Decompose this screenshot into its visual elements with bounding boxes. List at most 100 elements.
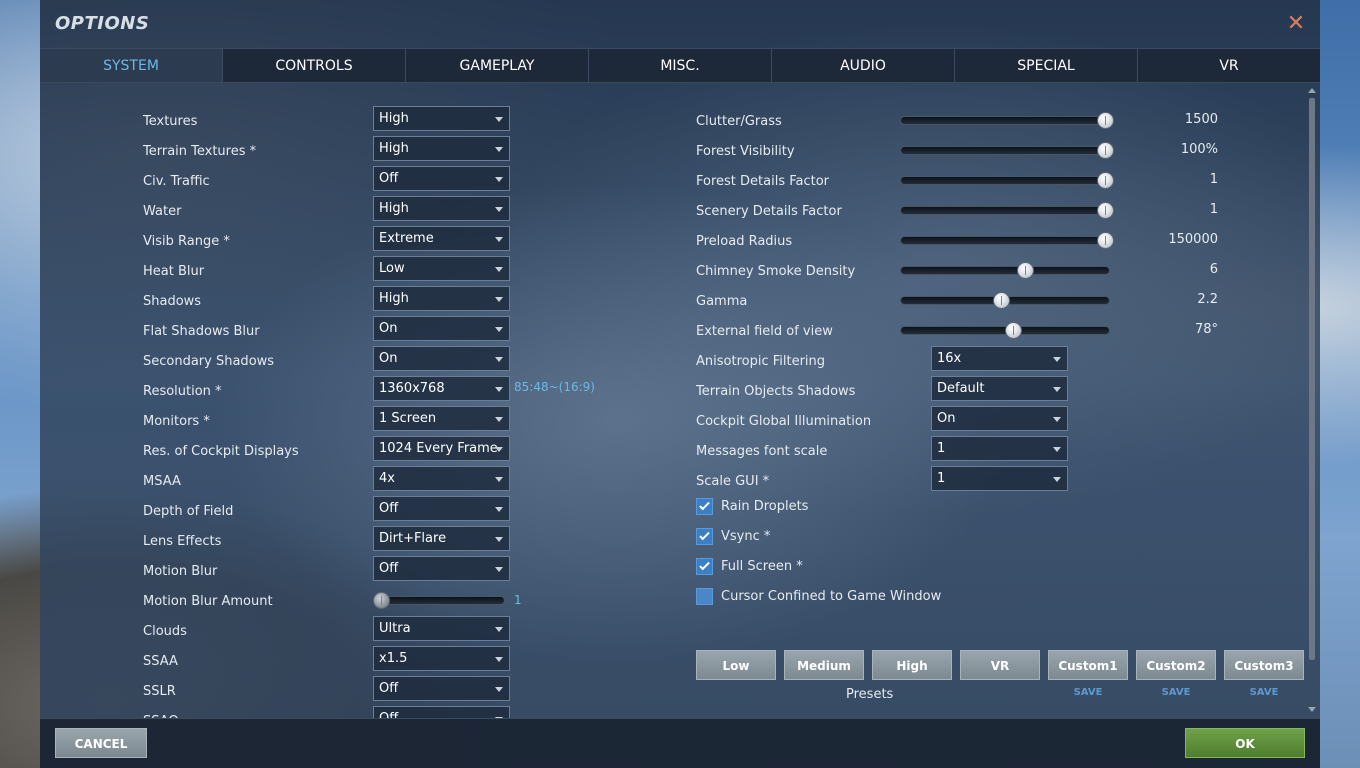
rain-droplets-checkbox[interactable] bbox=[696, 498, 713, 515]
preset-custom3-button[interactable]: Custom3 bbox=[1224, 650, 1304, 680]
visib-range-dropdown[interactable]: Extreme bbox=[373, 226, 510, 251]
scrollbar[interactable] bbox=[1306, 84, 1318, 716]
scroll-thumb[interactable] bbox=[1309, 98, 1315, 660]
setting-label: Scale GUI * bbox=[696, 474, 770, 489]
tab-controls[interactable]: CONTROLS bbox=[223, 49, 406, 82]
tab-special[interactable]: SPECIAL bbox=[955, 49, 1138, 82]
setting-label: Water bbox=[143, 204, 182, 219]
chevron-down-icon bbox=[495, 327, 503, 332]
setting-label: Res. of Cockpit Displays bbox=[143, 444, 299, 459]
presets-label: Presets bbox=[846, 687, 894, 702]
motion-blur-dropdown[interactable]: Off bbox=[373, 556, 510, 581]
dropdown-value: x1.5 bbox=[379, 651, 408, 666]
chevron-down-icon bbox=[495, 507, 503, 512]
save-custom2-link[interactable]: SAVE bbox=[1136, 687, 1216, 698]
dropdown-value: High bbox=[379, 141, 409, 156]
slider-knob[interactable] bbox=[1097, 142, 1114, 159]
tab-audio[interactable]: AUDIO bbox=[772, 49, 955, 82]
scale-gui-dropdown[interactable]: 1 bbox=[931, 466, 1068, 491]
close-icon[interactable]: ✕ bbox=[1286, 12, 1306, 36]
dropdown-value: 1024 Every Frame bbox=[379, 441, 498, 456]
textures-dropdown[interactable]: High bbox=[373, 106, 510, 131]
setting-label: Terrain Objects Shadows bbox=[696, 384, 856, 399]
anisotropic-filtering-dropdown[interactable]: 16x bbox=[931, 346, 1068, 371]
cockpit-global-illumination-dropdown[interactable]: On bbox=[931, 406, 1068, 431]
preset-vr-button[interactable]: VR bbox=[960, 650, 1040, 680]
setting-row-cockpit-global-illumination: Cockpit Global Illumination On bbox=[690, 406, 1310, 436]
messages-font-scale-dropdown[interactable]: 1 bbox=[931, 436, 1068, 461]
resolution-dropdown[interactable]: 1360x768 bbox=[373, 376, 510, 401]
ok-button[interactable]: OK bbox=[1185, 728, 1305, 758]
preload-radius-slider[interactable] bbox=[900, 236, 1110, 245]
setting-label: Civ. Traffic bbox=[143, 174, 210, 189]
msaa-dropdown[interactable]: 4x bbox=[373, 466, 510, 491]
slider-knob[interactable] bbox=[1017, 262, 1034, 279]
scenery-details-factor-slider[interactable] bbox=[900, 206, 1110, 215]
slider-value: 1 bbox=[514, 593, 522, 607]
slider-knob[interactable] bbox=[1005, 322, 1022, 339]
slider-knob[interactable] bbox=[1097, 112, 1114, 129]
terrain-objects-shadows-dropdown[interactable]: Default bbox=[931, 376, 1068, 401]
save-custom3-link[interactable]: SAVE bbox=[1224, 687, 1304, 698]
setting-label: Messages font scale bbox=[696, 444, 828, 459]
secondary-shadows-dropdown[interactable]: On bbox=[373, 346, 510, 371]
vsync-checkbox[interactable] bbox=[696, 528, 713, 545]
civ-traffic-dropdown[interactable]: Off bbox=[373, 166, 510, 191]
slider-knob[interactable] bbox=[1097, 232, 1114, 249]
window-title: OPTIONS bbox=[55, 13, 150, 34]
chevron-down-icon bbox=[495, 357, 503, 362]
scroll-up-arrow-icon[interactable] bbox=[1308, 88, 1316, 93]
sslr-dropdown[interactable]: Off bbox=[373, 676, 510, 701]
preset-custom1-button[interactable]: Custom1 bbox=[1048, 650, 1128, 680]
chevron-down-icon bbox=[1053, 447, 1061, 452]
tab-system[interactable]: SYSTEM bbox=[40, 49, 223, 82]
save-custom1-link[interactable]: SAVE bbox=[1048, 687, 1128, 698]
preset-high-button[interactable]: High bbox=[872, 650, 952, 680]
setting-row-monitors: Monitors * 1 Screen bbox=[40, 406, 640, 436]
preset-low-button[interactable]: Low bbox=[696, 650, 776, 680]
setting-row-msaa: MSAA 4x bbox=[40, 466, 640, 496]
preset-medium-button[interactable]: Medium bbox=[784, 650, 864, 680]
depth-of-field-dropdown[interactable]: Off bbox=[373, 496, 510, 521]
slider-row-forest-visibility: Forest Visibility 100% bbox=[690, 136, 1310, 166]
shadows-dropdown[interactable]: High bbox=[373, 286, 510, 311]
slider-label: Chimney Smoke Density bbox=[696, 264, 856, 279]
cancel-button[interactable]: CANCEL bbox=[55, 728, 147, 758]
slider-row-preload-radius: Preload Radius 150000 bbox=[690, 226, 1310, 256]
scroll-down-arrow-icon[interactable] bbox=[1308, 707, 1316, 712]
clutter-grass-slider[interactable] bbox=[900, 116, 1110, 125]
slider-knob[interactable] bbox=[993, 292, 1010, 309]
flat-shadows-blur-dropdown[interactable]: On bbox=[373, 316, 510, 341]
res-of-cockpit-displays-dropdown[interactable]: 1024 Every Frame bbox=[373, 436, 510, 461]
setting-label: Motion Blur Amount bbox=[143, 594, 273, 609]
heat-blur-dropdown[interactable]: Low bbox=[373, 256, 510, 281]
tab-vr[interactable]: VR bbox=[1138, 49, 1320, 82]
dropdown-value: High bbox=[379, 201, 409, 216]
slider-knob[interactable] bbox=[1097, 202, 1114, 219]
lens-effects-dropdown[interactable]: Dirt+Flare bbox=[373, 526, 510, 551]
motion-blur-amount-slider[interactable] bbox=[373, 596, 505, 605]
checkbox-label: Vsync * bbox=[721, 529, 771, 544]
slider-row-clutter-grass: Clutter/Grass 1500 bbox=[690, 106, 1310, 136]
clouds-dropdown[interactable]: Ultra bbox=[373, 616, 510, 641]
ssao-dropdown[interactable]: Off bbox=[373, 706, 510, 718]
monitors-dropdown[interactable]: 1 Screen bbox=[373, 406, 510, 431]
setting-row-terrain-textures: Terrain Textures * High bbox=[40, 136, 640, 166]
chimney-smoke-density-slider[interactable] bbox=[900, 266, 1110, 275]
full-screen-checkbox[interactable] bbox=[696, 558, 713, 575]
water-dropdown[interactable]: High bbox=[373, 196, 510, 221]
forest-details-factor-slider[interactable] bbox=[900, 176, 1110, 185]
preset-custom2-button[interactable]: Custom2 bbox=[1136, 650, 1216, 680]
slider-label: Preload Radius bbox=[696, 234, 793, 249]
chevron-down-icon bbox=[495, 147, 503, 152]
tab-misc[interactable]: MISC. bbox=[589, 49, 772, 82]
forest-visibility-slider[interactable] bbox=[900, 146, 1110, 155]
terrain-textures-dropdown[interactable]: High bbox=[373, 136, 510, 161]
ssaa-dropdown[interactable]: x1.5 bbox=[373, 646, 510, 671]
chevron-down-icon bbox=[495, 267, 503, 272]
cursor-confined-to-game-window-checkbox[interactable] bbox=[696, 588, 713, 605]
chevron-down-icon bbox=[495, 567, 503, 572]
slider-knob[interactable] bbox=[1097, 172, 1114, 189]
tab-gameplay[interactable]: GAMEPLAY bbox=[406, 49, 589, 82]
slider-knob[interactable] bbox=[373, 592, 390, 609]
